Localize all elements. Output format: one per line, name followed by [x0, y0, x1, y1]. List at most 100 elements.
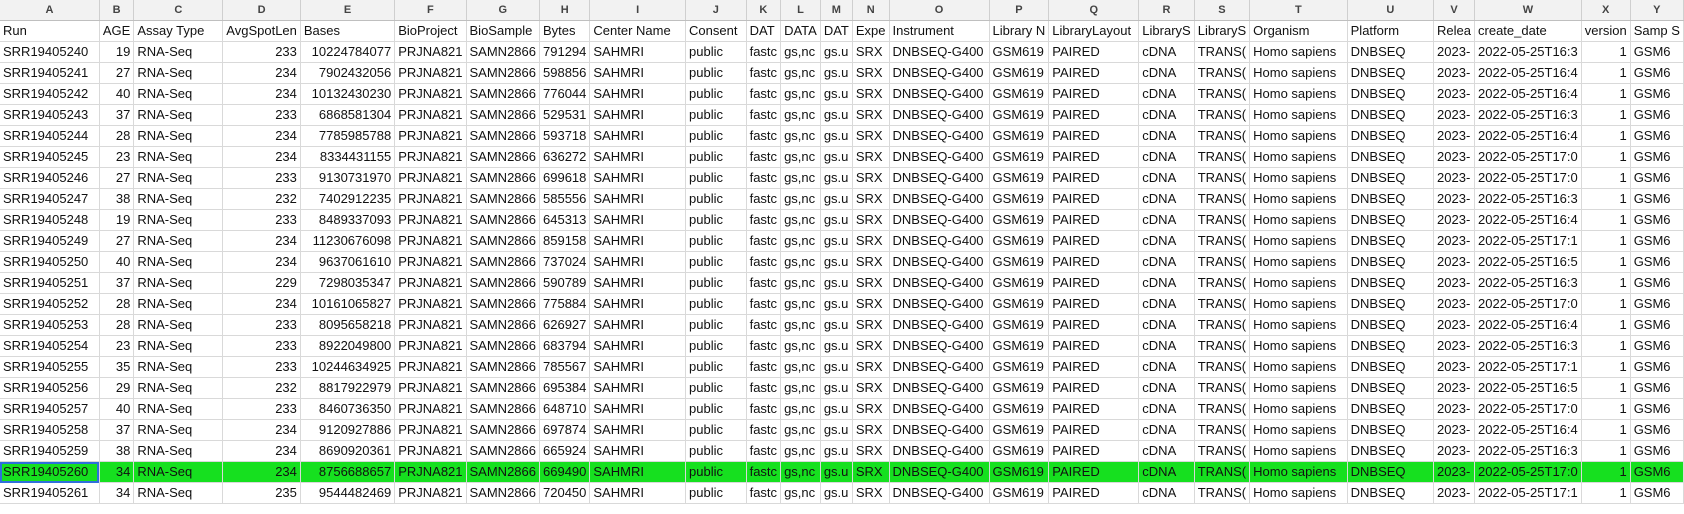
- table-cell[interactable]: 233: [222, 209, 301, 231]
- table-cell[interactable]: SAHMRI: [589, 167, 687, 189]
- column-header-w[interactable]: W: [1474, 0, 1582, 21]
- table-cell[interactable]: RNA-Seq: [133, 335, 224, 357]
- table-cell[interactable]: TRANS(: [1194, 41, 1251, 63]
- table-cell[interactable]: DNBSEQ-G400: [889, 272, 990, 294]
- table-cell[interactable]: SAMN2866: [466, 125, 541, 147]
- table-cell[interactable]: SAMN2866: [466, 188, 541, 210]
- table-cell[interactable]: cDNA: [1138, 251, 1195, 273]
- table-cell[interactable]: 234: [222, 461, 301, 483]
- table-cell[interactable]: 11230676098: [300, 230, 396, 252]
- table-cell[interactable]: 19: [99, 209, 135, 231]
- table-cell[interactable]: GSM619: [989, 440, 1050, 462]
- table-cell[interactable]: 233: [222, 356, 301, 378]
- table-cell[interactable]: RNA-Seq: [133, 440, 224, 462]
- table-cell[interactable]: 2023-: [1433, 356, 1476, 378]
- field-name-cell[interactable]: Expe: [852, 20, 890, 42]
- table-cell[interactable]: Homo sapiens: [1249, 314, 1348, 336]
- table-cell[interactable]: fastc: [746, 230, 782, 252]
- field-name-cell[interactable]: Instrument: [889, 20, 990, 42]
- table-cell[interactable]: SAMN2866: [466, 41, 541, 63]
- table-cell[interactable]: SAMN2866: [466, 482, 541, 504]
- table-cell[interactable]: cDNA: [1138, 230, 1195, 252]
- table-cell[interactable]: 1: [1581, 41, 1631, 63]
- table-cell[interactable]: SRX: [852, 146, 890, 168]
- table-cell[interactable]: cDNA: [1138, 419, 1195, 441]
- table-cell[interactable]: gs,nc: [780, 230, 821, 252]
- table-cell[interactable]: GSM619: [989, 272, 1050, 294]
- table-cell[interactable]: PAIRED: [1048, 482, 1140, 504]
- table-cell[interactable]: Homo sapiens: [1249, 125, 1348, 147]
- table-cell[interactable]: gs,nc: [780, 83, 821, 105]
- table-cell[interactable]: SRR19405247: [0, 188, 100, 210]
- table-cell[interactable]: 776044: [539, 83, 591, 105]
- table-cell[interactable]: SRX: [852, 398, 890, 420]
- table-cell[interactable]: TRANS(: [1194, 272, 1251, 294]
- table-cell[interactable]: 234: [222, 62, 301, 84]
- table-cell[interactable]: SRX: [852, 230, 890, 252]
- field-name-cell[interactable]: Center Name: [589, 20, 687, 42]
- table-cell[interactable]: PRJNA821: [394, 188, 467, 210]
- table-cell[interactable]: 38: [99, 440, 135, 462]
- table-cell[interactable]: 234: [222, 83, 301, 105]
- table-cell[interactable]: gs.u: [820, 356, 853, 378]
- table-cell[interactable]: TRANS(: [1194, 440, 1251, 462]
- table-cell[interactable]: cDNA: [1138, 146, 1195, 168]
- table-cell[interactable]: gs,nc: [780, 41, 821, 63]
- table-cell[interactable]: cDNA: [1138, 83, 1195, 105]
- table-cell[interactable]: gs.u: [820, 83, 853, 105]
- table-cell[interactable]: SAMN2866: [466, 440, 541, 462]
- table-cell[interactable]: SRX: [852, 482, 890, 504]
- table-cell[interactable]: 40: [99, 251, 135, 273]
- field-name-cell[interactable]: DATA: [780, 20, 821, 42]
- column-header-v[interactable]: V: [1433, 0, 1476, 21]
- table-cell[interactable]: public: [685, 146, 747, 168]
- table-cell[interactable]: DNBSEQ: [1347, 293, 1435, 315]
- table-cell[interactable]: SRX: [852, 188, 890, 210]
- table-cell[interactable]: public: [685, 398, 747, 420]
- field-name-cell[interactable]: Relea: [1433, 20, 1476, 42]
- table-cell[interactable]: 1: [1581, 419, 1631, 441]
- table-cell[interactable]: 8922049800: [300, 335, 396, 357]
- table-cell[interactable]: PAIRED: [1048, 167, 1140, 189]
- table-cell[interactable]: 2023-: [1433, 209, 1476, 231]
- table-cell[interactable]: TRANS(: [1194, 125, 1251, 147]
- table-cell[interactable]: cDNA: [1138, 314, 1195, 336]
- table-cell[interactable]: DNBSEQ: [1347, 335, 1435, 357]
- column-header-h[interactable]: H: [539, 0, 591, 21]
- table-cell[interactable]: SRX: [852, 209, 890, 231]
- table-cell[interactable]: 645313: [539, 209, 591, 231]
- table-cell[interactable]: 2023-: [1433, 419, 1476, 441]
- table-cell[interactable]: Homo sapiens: [1249, 251, 1348, 273]
- column-header-g[interactable]: G: [466, 0, 541, 21]
- table-cell[interactable]: 737024: [539, 251, 591, 273]
- table-cell[interactable]: cDNA: [1138, 167, 1195, 189]
- table-cell[interactable]: public: [685, 293, 747, 315]
- table-cell[interactable]: 28: [99, 125, 135, 147]
- column-header-b[interactable]: B: [99, 0, 135, 21]
- table-cell[interactable]: 2022-05-25T16:5: [1474, 377, 1582, 399]
- table-cell[interactable]: PRJNA821: [394, 293, 467, 315]
- table-cell[interactable]: SAHMRI: [589, 230, 687, 252]
- column-header-u[interactable]: U: [1347, 0, 1435, 21]
- table-cell[interactable]: GSM6: [1630, 62, 1684, 84]
- table-cell[interactable]: 2023-: [1433, 251, 1476, 273]
- table-cell[interactable]: Homo sapiens: [1249, 356, 1348, 378]
- table-cell[interactable]: DNBSEQ: [1347, 62, 1435, 84]
- table-cell[interactable]: 2022-05-25T17:0: [1474, 293, 1582, 315]
- table-cell[interactable]: fastc: [746, 188, 782, 210]
- table-cell[interactable]: 1: [1581, 146, 1631, 168]
- table-cell[interactable]: GSM6: [1630, 83, 1684, 105]
- table-cell[interactable]: SAMN2866: [466, 251, 541, 273]
- table-cell[interactable]: 785567: [539, 356, 591, 378]
- table-cell[interactable]: cDNA: [1138, 41, 1195, 63]
- table-cell[interactable]: gs.u: [820, 167, 853, 189]
- table-cell[interactable]: PRJNA821: [394, 482, 467, 504]
- table-cell[interactable]: DNBSEQ: [1347, 251, 1435, 273]
- table-cell[interactable]: 2022-05-25T16:4: [1474, 62, 1582, 84]
- table-row[interactable]: SRR19405253 28 RNA-Seq 233 8095658218 PRJNA82…: [0, 314, 1684, 336]
- table-cell[interactable]: 2022-05-25T16:3: [1474, 272, 1582, 294]
- table-row[interactable]: SRR19405256 29 RNA-Seq 232 8817922979 PRJNA82…: [0, 377, 1684, 399]
- table-cell[interactable]: public: [685, 230, 747, 252]
- table-cell[interactable]: SAMN2866: [466, 335, 541, 357]
- table-cell[interactable]: gs,nc: [780, 482, 821, 504]
